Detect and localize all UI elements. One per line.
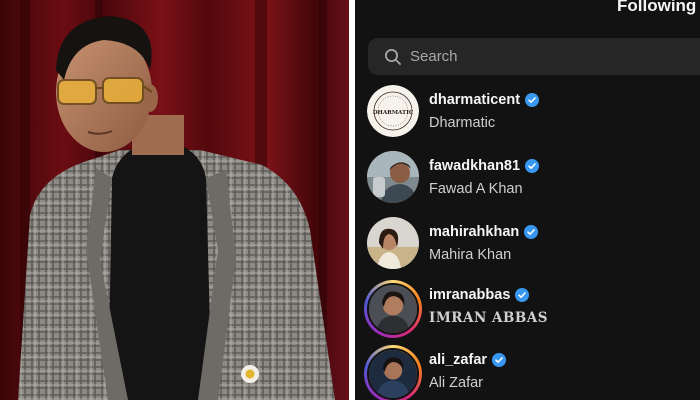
full-name: IMRAN ABBAS (429, 310, 549, 326)
search-icon (385, 49, 401, 65)
username: ali_zafar (429, 352, 488, 368)
profile-photo-icon (367, 217, 419, 269)
full-name: Dharmatic (429, 115, 496, 131)
username: imranabbas (429, 287, 511, 303)
sunglasses (57, 77, 153, 105)
full-name: Fawad A Khan (429, 181, 523, 197)
flower-brooch (241, 365, 259, 383)
verified-badge-icon (524, 225, 539, 239)
dharmatic-logo-icon: DHARMATIC (367, 85, 419, 137)
profile-photo-icon (369, 350, 417, 398)
following-item[interactable]: fawadkhan81 Fawad A Khan (355, 151, 700, 213)
username: dharmaticent (429, 92, 521, 108)
instagram-following-panel: Following DHARMATIC dharmaticent (355, 0, 700, 400)
verified-badge-icon (492, 353, 507, 367)
full-name: Ali Zafar (429, 375, 483, 391)
verified-badge-icon (515, 288, 530, 302)
following-item[interactable]: mahirahkhan Mahira Khan (355, 217, 700, 279)
avatar[interactable] (367, 151, 419, 203)
man-portrait-photo (0, 0, 349, 400)
following-item[interactable]: imranabbas IMRAN ABBAS (355, 280, 700, 342)
logo-wordmark: DHARMATIC (373, 110, 414, 116)
profile-photo-icon (367, 151, 419, 203)
search-input[interactable] (410, 38, 670, 75)
avatar-story-ring[interactable] (364, 345, 422, 400)
full-name: Mahira Khan (429, 247, 512, 263)
verified-badge-icon (525, 159, 540, 173)
following-tab[interactable]: Following (617, 0, 696, 16)
username: fawadkhan81 (429, 158, 521, 174)
verified-badge-icon (525, 93, 540, 107)
avatar[interactable]: DHARMATIC (367, 85, 419, 137)
following-item[interactable]: DHARMATIC dharmaticent Dharmatic (355, 85, 700, 147)
username: mahirahkhan (429, 224, 520, 240)
following-item[interactable]: ali_zafar Ali Zafar (355, 345, 700, 400)
avatar[interactable] (367, 217, 419, 269)
search-bar[interactable] (368, 38, 700, 75)
profile-photo-icon (369, 285, 417, 333)
portrait-illustration (18, 0, 335, 400)
avatar-story-ring[interactable] (364, 280, 422, 338)
